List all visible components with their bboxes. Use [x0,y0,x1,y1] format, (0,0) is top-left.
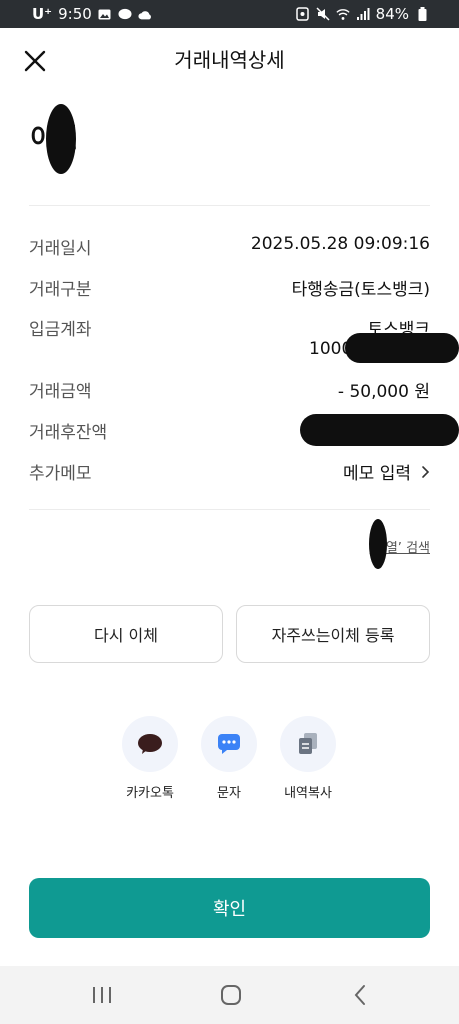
share-message-button[interactable]: 문자 [189,716,269,801]
detail-label: 거래금액 [29,382,92,402]
copy-icon [299,733,317,754]
chevron-right-icon [422,465,430,478]
detail-row-memo: 추가메모 메모 입력 [29,459,430,484]
retransfer-button[interactable]: 다시 이체 [29,605,223,663]
carrier-label: U⁺ [32,5,53,23]
cloud-icon [138,7,152,21]
detail-label: 입금계좌 [29,320,92,340]
detail-row-amount: 거래금액 - 50,000 원 [29,377,430,402]
recent-apps-button[interactable] [82,982,122,1008]
wifi-icon [336,7,350,21]
detail-label: 거래일시 [29,239,92,259]
detail-row-datetime: 거래일시 2025.05.28 09:09:16 [29,234,430,259]
back-button[interactable] [340,982,380,1008]
recent-apps-icon [93,987,111,1003]
status-right: 84% [296,5,429,23]
detail-value: - 50,000 원 [337,382,430,402]
system-nav-bar [0,966,459,1024]
share-kakaotalk-button[interactable]: 카카오톡 [110,716,190,801]
detail-value: 2025.05.28 09:09:16 [250,234,430,254]
redaction-mark [345,333,459,363]
detail-label: 추가메모 [29,464,92,484]
battery-percent: 84% [375,5,409,23]
back-icon [354,985,365,1005]
memo-input-label: 메모 입력 [343,464,411,484]
kakaotalk-icon [138,734,162,754]
share-icon-circle [201,716,257,772]
share-copy-button[interactable]: 내역복사 [268,716,348,801]
signal-icon [356,7,370,21]
home-button[interactable] [211,982,251,1008]
home-icon [221,985,241,1005]
detail-value: 타행송금(토스뱅크) [291,280,430,300]
share-label: 문자 [217,786,241,801]
status-left: U⁺ 9:50 [32,5,152,23]
mute-icon [316,7,330,21]
battery-icon [415,7,429,21]
talk-icon [118,7,132,21]
redaction-mark [46,104,76,174]
message-icon [218,734,240,754]
status-bar: U⁺ 9:50 84% [0,0,459,28]
memo-input-link[interactable]: 메모 입력 [343,459,430,484]
detail-row-type: 거래구분 타행송금(토스뱅크) [29,275,430,300]
page-title: 거래내역상세 [174,48,285,72]
alarm-icon [296,7,310,21]
confirm-button[interactable]: 확인 [29,878,430,938]
redaction-mark [300,414,459,446]
redaction-mark [369,519,387,569]
share-label: 카카오톡 [126,786,174,801]
gallery-icon [98,7,112,21]
status-time: 9:50 [58,5,92,23]
header: 거래내역상세 [0,28,459,92]
share-icon-circle [280,716,336,772]
divider-bottom [29,509,430,510]
detail-label: 거래후잔액 [29,423,108,443]
share-label: 내역복사 [284,786,332,801]
divider-top [29,205,430,206]
register-favorite-button[interactable]: 자주쓰는이체 등록 [236,605,430,663]
share-icon-circle [122,716,178,772]
detail-label: 거래구분 [29,280,92,300]
